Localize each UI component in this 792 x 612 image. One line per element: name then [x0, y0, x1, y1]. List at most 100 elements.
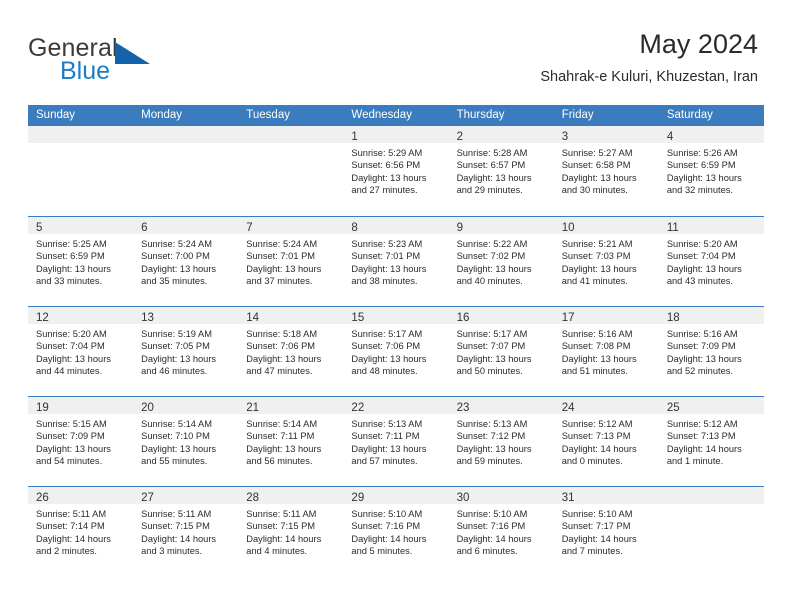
calendar-day-cell[interactable]: 19 Sunrise: 5:15 AM Sunset: 7:09 PM Dayligh…: [28, 397, 134, 486]
calendar-day-cell[interactable]: 16 Sunrise: 5:17 AM Sunset: 7:07 PM Dayligh…: [448, 307, 554, 396]
day-details: Sunrise: 5:14 AM Sunset: 7:10 PM Daylight:…: [133, 415, 238, 468]
day-number-band: 6: [133, 217, 239, 235]
calendar-day-cell[interactable]: 11 Sunrise: 5:20 AM Sunset: 7:04 PM Dayligh…: [658, 217, 764, 306]
calendar-weeks: 1 Sunrise: 5:29 AM Sunset: 6:56 PM Daylight…: [28, 126, 764, 576]
sunset-text: Sunset: 7:14 PM: [36, 521, 105, 532]
calendar-day-cell[interactable]: 7 Sunrise: 5:24 AM Sunset: 7:01 PM Daylight…: [238, 217, 344, 306]
day-number: 7: [246, 222, 253, 234]
calendar-day-cell[interactable]: 25 Sunrise: 5:12 AM Sunset: 7:13 PM Dayligh…: [658, 397, 764, 486]
page-header: General Blue May 2024 Shahrak-e Kuluri, …: [28, 28, 758, 98]
calendar-week-row: 1 Sunrise: 5:29 AM Sunset: 6:56 PM Daylight…: [28, 126, 764, 216]
day-number-band: 19: [28, 397, 134, 415]
day-number-band: 31: [553, 487, 659, 505]
sunset-text: Sunset: 7:17 PM: [561, 521, 631, 532]
calendar-day-cell[interactable]: 9 Sunrise: 5:22 AM Sunset: 7:02 PM Daylight…: [448, 217, 554, 306]
sunset-text: Sunset: 7:12 PM: [456, 431, 526, 442]
sunrise-text: Sunrise: 5:26 AM: [666, 148, 738, 158]
day-number: 4: [666, 131, 674, 143]
sunset-text: Sunset: 7:05 PM: [141, 341, 210, 352]
weekday-header-thursday: Thursday: [456, 109, 505, 121]
day-number: 23: [456, 402, 470, 414]
weekday-header-monday: Monday: [141, 109, 183, 121]
calendar-day-cell[interactable]: 1 Sunrise: 5:29 AM Sunset: 6:56 PM Daylight…: [343, 126, 449, 216]
calendar-day-cell[interactable]: 22 Sunrise: 5:13 AM Sunset: 7:11 PM Dayligh…: [343, 397, 449, 486]
daylight-text: Daylight: 13 hours and 59 minutes.: [456, 443, 532, 467]
sunrise-text: Sunrise: 5:24 AM: [141, 239, 212, 249]
day-number: 11: [666, 222, 679, 234]
sunset-text: Sunset: 7:06 PM: [246, 341, 316, 352]
sunrise-text: Sunrise: 5:15 AM: [36, 419, 107, 429]
daylight-text: Daylight: 13 hours and 43 minutes.: [666, 263, 742, 287]
weekday-header-friday: Friday: [561, 109, 594, 121]
calendar-day-cell[interactable]: 20 Sunrise: 5:14 AM Sunset: 7:10 PM Dayligh…: [133, 397, 239, 486]
calendar-day-cell[interactable]: 21 Sunrise: 5:14 AM Sunset: 7:11 PM Dayligh…: [238, 397, 344, 486]
calendar-day-cell[interactable]: 10 Sunrise: 5:21 AM Sunset: 7:03 PM Dayligh…: [553, 217, 659, 306]
sunset-text: Sunset: 6:56 PM: [351, 160, 421, 171]
day-number-band: 21: [238, 397, 344, 415]
calendar-week-row: 19 Sunrise: 5:15 AM Sunset: 7:09 PM Dayligh…: [28, 396, 764, 486]
calendar-day-cell[interactable]: 27 Sunrise: 5:11 AM Sunset: 7:15 PM Dayligh…: [133, 487, 239, 576]
calendar-day-cell[interactable]: 26 Sunrise: 5:11 AM Sunset: 7:14 PM Dayligh…: [28, 487, 134, 576]
calendar-day-cell[interactable]: 29 Sunrise: 5:10 AM Sunset: 7:16 PM Dayligh…: [343, 487, 449, 576]
sunset-text: Sunset: 7:10 PM: [141, 431, 210, 442]
calendar-day-cell[interactable]: 5 Sunrise: 5:25 AM Sunset: 6:59 PM Daylight…: [28, 217, 134, 306]
day-details: Sunrise: 5:11 AM Sunset: 7:15 PM Daylight:…: [133, 505, 238, 558]
calendar-day-cell[interactable]: 14 Sunrise: 5:18 AM Sunset: 7:06 PM Dayligh…: [238, 307, 344, 396]
calendar-day-cell[interactable]: 6 Sunrise: 5:24 AM Sunset: 7:00 PM Daylight…: [133, 217, 239, 306]
day-number-band: [28, 126, 134, 144]
calendar-day-cell[interactable]: 15 Sunrise: 5:17 AM Sunset: 7:06 PM Dayligh…: [343, 307, 449, 396]
calendar-day-cell[interactable]: 30 Sunrise: 5:10 AM Sunset: 7:16 PM Dayligh…: [448, 487, 554, 576]
calendar-day-cell-empty: [133, 126, 239, 216]
calendar-day-cell-empty: [658, 487, 764, 576]
calendar-day-cell[interactable]: 23 Sunrise: 5:13 AM Sunset: 7:12 PM Dayligh…: [448, 397, 554, 486]
sunset-text: Sunset: 7:13 PM: [666, 431, 736, 442]
calendar-day-cell[interactable]: 12 Sunrise: 5:20 AM Sunset: 7:04 PM Dayligh…: [28, 307, 134, 396]
daylight-text: Daylight: 13 hours and 30 minutes.: [561, 172, 637, 196]
daylight-text: Daylight: 14 hours and 6 minutes.: [456, 533, 532, 557]
day-number-band: 20: [133, 397, 239, 415]
day-number: 22: [351, 402, 365, 414]
calendar-day-cell[interactable]: 2 Sunrise: 5:28 AM Sunset: 6:57 PM Daylight…: [448, 126, 554, 216]
day-number-band: 25: [658, 397, 764, 415]
day-number-band: 14: [238, 307, 344, 325]
calendar-day-cell[interactable]: 28 Sunrise: 5:11 AM Sunset: 7:15 PM Dayligh…: [238, 487, 344, 576]
day-number-band: 13: [133, 307, 239, 325]
calendar-day-cell[interactable]: 8 Sunrise: 5:23 AM Sunset: 7:01 PM Daylight…: [343, 217, 449, 306]
day-number: 19: [36, 402, 49, 414]
calendar-day-cell[interactable]: 24 Sunrise: 5:12 AM Sunset: 7:13 PM Dayligh…: [553, 397, 659, 486]
sunrise-text: Sunrise: 5:10 AM: [561, 509, 633, 519]
daylight-text: Daylight: 13 hours and 29 minutes.: [456, 172, 532, 196]
calendar-grid: Sunday Monday Tuesday Wednesday Thursday Frid…: [28, 105, 764, 576]
day-number-band: 9: [448, 217, 554, 235]
sunrise-text: Sunrise: 5:10 AM: [456, 509, 528, 519]
calendar-day-cell[interactable]: 31 Sunrise: 5:10 AM Sunset: 7:17 PM Dayligh…: [553, 487, 659, 576]
calendar-day-cell[interactable]: 3 Sunrise: 5:27 AM Sunset: 6:58 PM Daylight…: [553, 126, 659, 216]
day-number: 9: [456, 222, 463, 234]
calendar-day-cell[interactable]: 4 Sunrise: 5:26 AM Sunset: 6:59 PM Daylight…: [658, 126, 764, 216]
sunset-text: Sunset: 7:15 PM: [141, 521, 210, 532]
weekday-header-sunday: Sunday: [36, 109, 76, 121]
daylight-text: Daylight: 13 hours and 57 minutes.: [351, 443, 427, 467]
day-details: Sunrise: 5:10 AM Sunset: 7:17 PM Daylight:…: [554, 505, 659, 558]
sunset-text: Sunset: 7:01 PM: [351, 251, 421, 262]
calendar-day-cell[interactable]: 17 Sunrise: 5:16 AM Sunset: 7:08 PM Dayligh…: [553, 307, 659, 396]
day-number: 25: [666, 402, 680, 414]
daylight-text: Daylight: 14 hours and 2 minutes.: [36, 533, 111, 557]
logo-general-blue[interactable]: General Blue: [28, 34, 228, 90]
calendar-day-cell[interactable]: 13 Sunrise: 5:19 AM Sunset: 7:05 PM Dayligh…: [133, 307, 239, 396]
day-number: 5: [36, 222, 43, 234]
day-number: 20: [141, 402, 154, 414]
calendar-day-cell[interactable]: 18 Sunrise: 5:16 AM Sunset: 7:09 PM Dayligh…: [658, 307, 764, 396]
weekday-header-tuesday: Tuesday: [246, 109, 290, 121]
day-details: Sunrise: 5:14 AM Sunset: 7:11 PM Daylight:…: [238, 415, 343, 468]
sunrise-text: Sunrise: 5:20 AM: [36, 329, 107, 339]
day-number-band: 23: [448, 397, 554, 415]
sunset-text: Sunset: 6:58 PM: [561, 160, 631, 171]
day-details: Sunrise: 5:20 AM Sunset: 7:04 PM Daylight:…: [28, 325, 133, 378]
sunrise-text: Sunrise: 5:17 AM: [456, 329, 528, 339]
sunrise-text: Sunrise: 5:21 AM: [561, 239, 633, 249]
day-details: Sunrise: 5:16 AM Sunset: 7:09 PM Daylight:…: [659, 325, 764, 378]
daylight-text: Daylight: 13 hours and 41 minutes.: [561, 263, 637, 287]
day-number-band: 27: [133, 487, 239, 505]
daylight-text: Daylight: 14 hours and 5 minutes.: [351, 533, 427, 557]
